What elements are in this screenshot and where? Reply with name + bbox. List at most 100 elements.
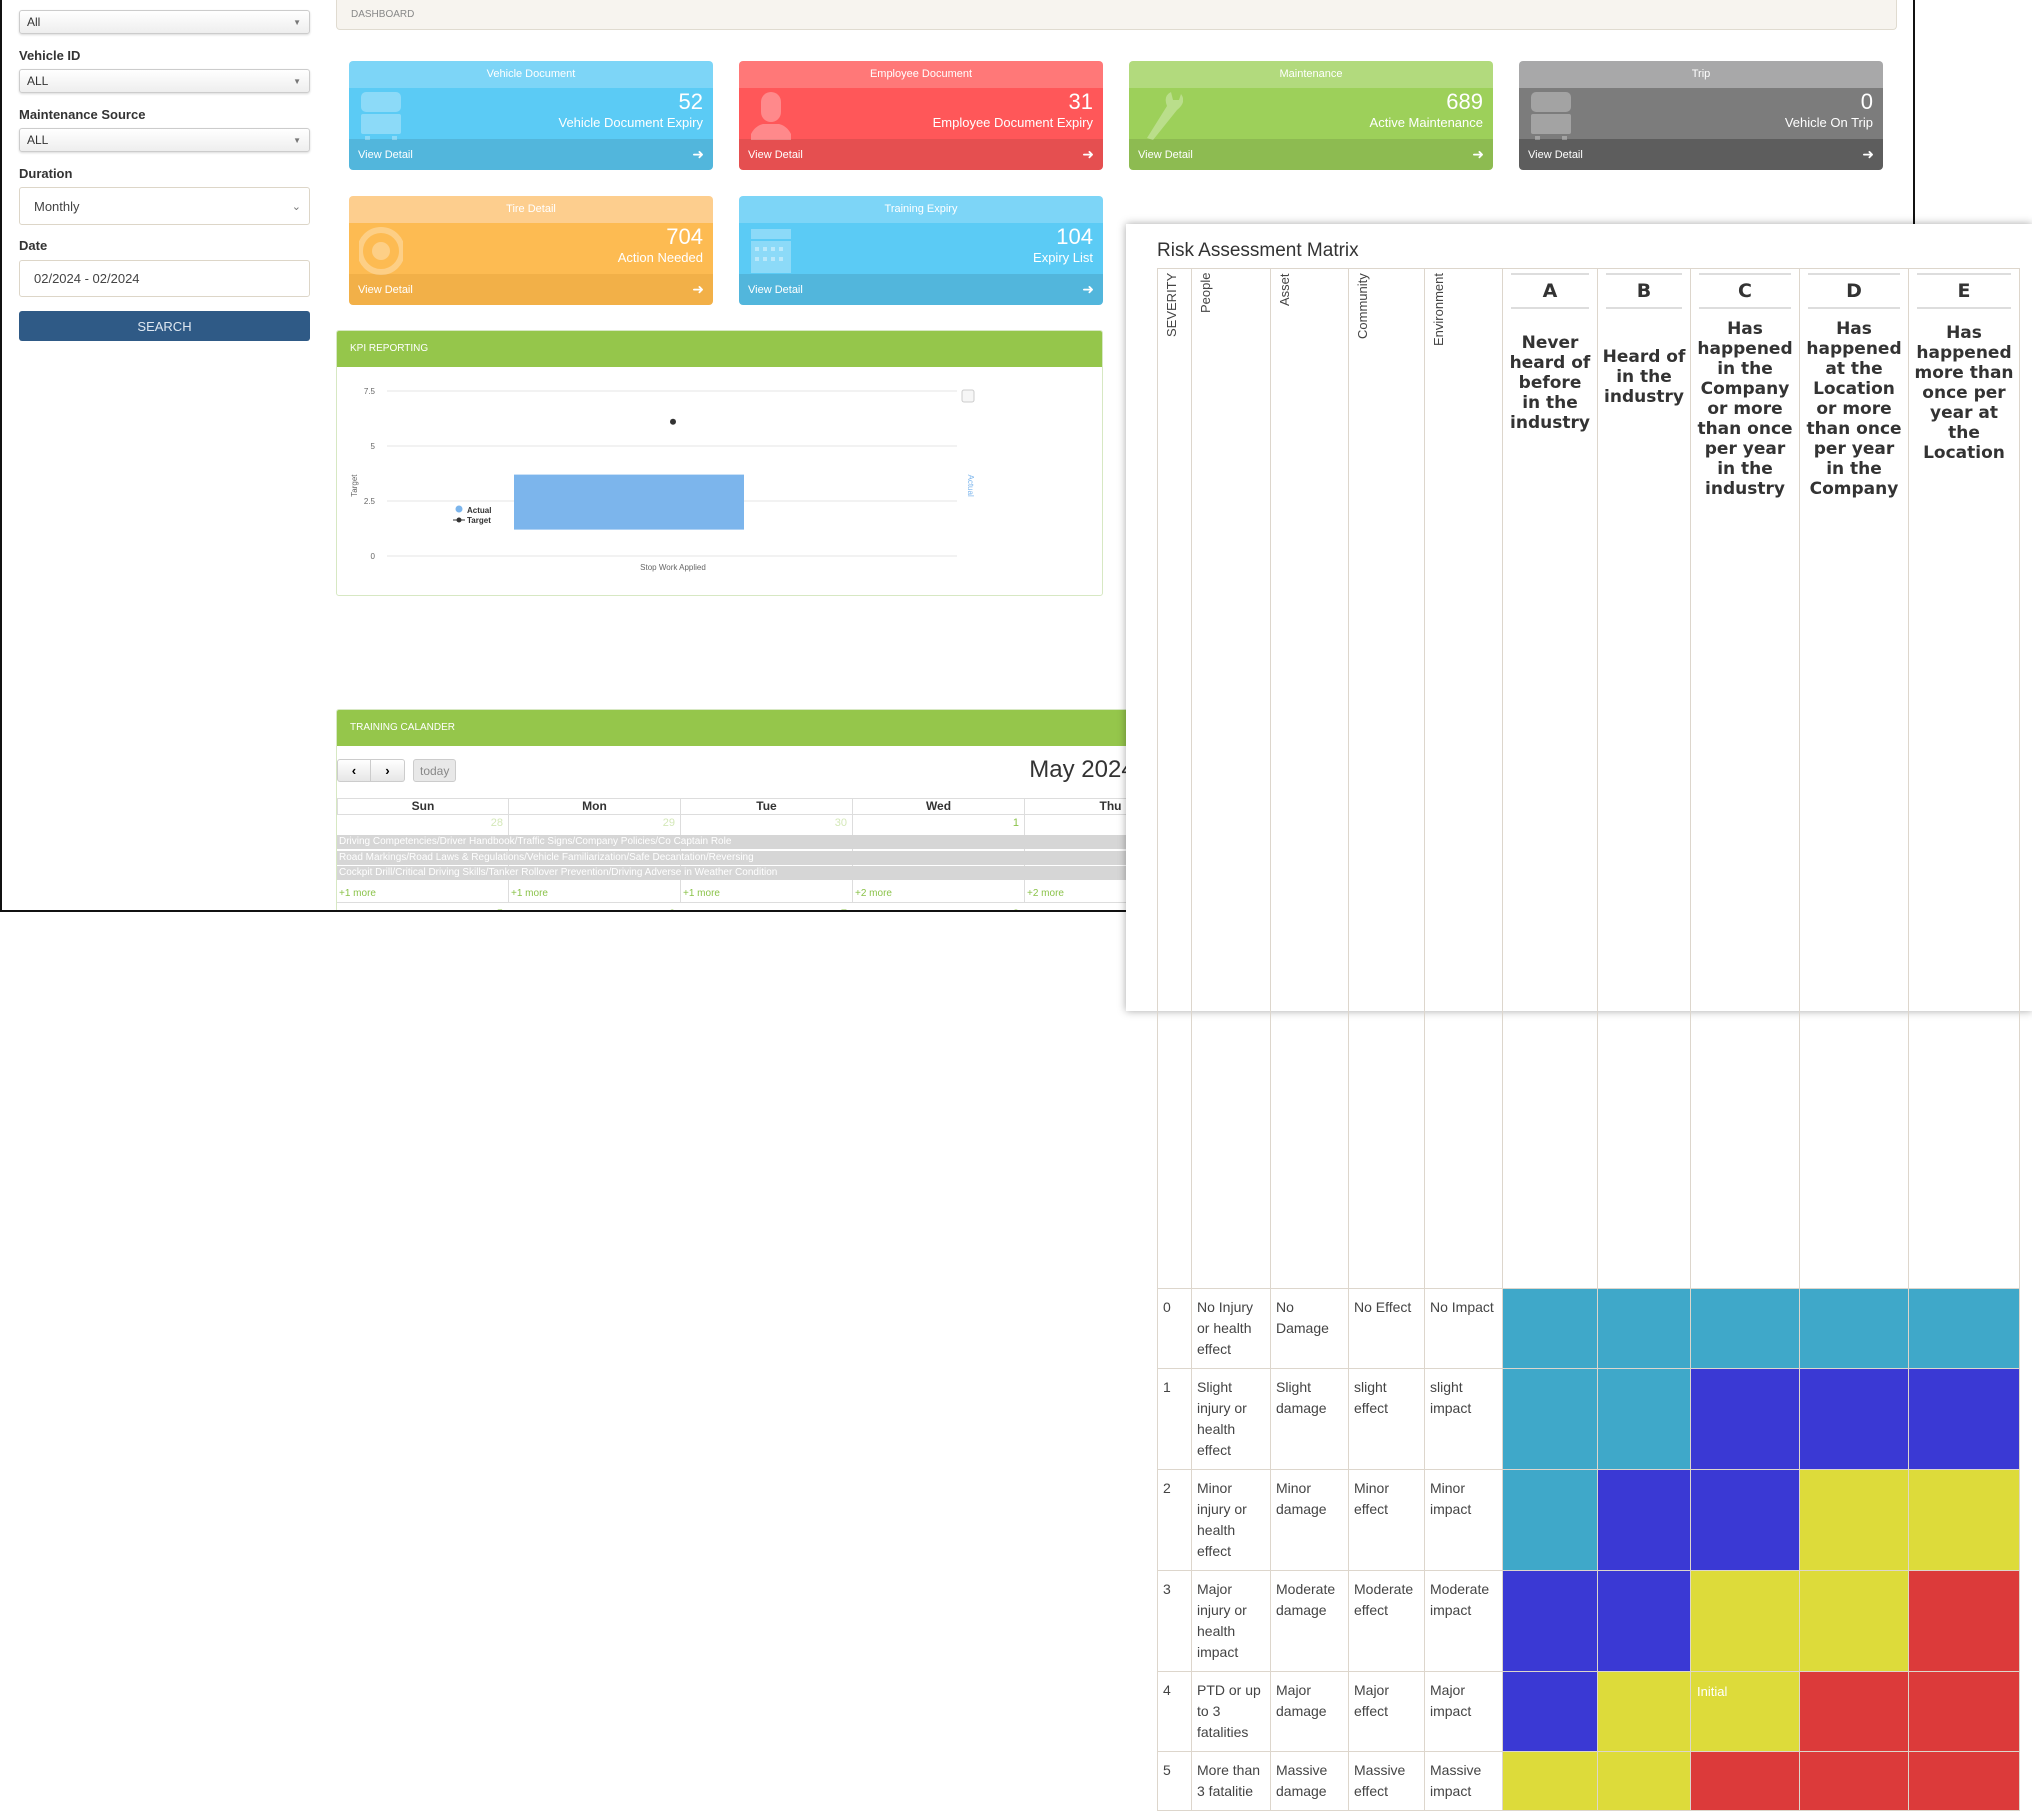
legend-actual-label[interactable]: Actual — [467, 506, 491, 515]
arrow-right-icon: ➜ — [692, 281, 704, 298]
risk-cell[interactable] — [1800, 1470, 1909, 1571]
risk-cell[interactable] — [1691, 1752, 1800, 1811]
risk-matrix-table: SEVERITYPeopleAssetCommunityEnvironmentA… — [1157, 268, 2020, 1811]
asset-cell: Minor damage — [1271, 1470, 1349, 1571]
card-title: Tire Detail — [349, 196, 713, 223]
risk-cell[interactable] — [1503, 1672, 1598, 1752]
more-events-link[interactable]: +2 more — [1027, 888, 1064, 899]
risk-cell[interactable] — [1909, 1289, 2020, 1369]
x-tick-label: Stop Work Applied — [640, 563, 706, 572]
day-number: 28 — [337, 817, 503, 829]
risk-cell[interactable]: Initial — [1691, 1672, 1800, 1752]
asset-cell: Major damage — [1271, 1672, 1349, 1752]
risk-cell[interactable] — [1503, 1470, 1598, 1571]
target-icon — [359, 225, 403, 275]
risk-cell[interactable] — [1800, 1369, 1909, 1470]
risk-cell[interactable] — [1691, 1571, 1800, 1672]
card-value: 52 — [679, 89, 703, 115]
likelihood-description: Has happened more than once per year at … — [1913, 319, 2015, 463]
risk-cell[interactable] — [1598, 1672, 1691, 1752]
risk-cell[interactable] — [1909, 1571, 2020, 1672]
legend-target-label[interactable]: Target — [467, 516, 491, 525]
severity-cell: 2 — [1158, 1470, 1192, 1571]
view-detail-link[interactable]: View Detail➜ — [1519, 139, 1883, 170]
vehicle-id-label: Vehicle ID — [19, 48, 80, 63]
risk-cell[interactable] — [1598, 1369, 1691, 1470]
card-body: 31Employee Document Expiry — [739, 88, 1103, 139]
severity-cell: 0 — [1158, 1289, 1192, 1369]
duration-select[interactable]: Monthly⌄ — [19, 187, 310, 225]
risk-cell[interactable] — [1503, 1752, 1598, 1811]
likelihood-letter: C — [1699, 273, 1791, 309]
actual-bar[interactable] — [514, 475, 744, 530]
view-detail-link[interactable]: View Detail➜ — [739, 274, 1103, 305]
day-number: 7 — [681, 908, 847, 912]
target-point[interactable] — [670, 419, 676, 425]
risk-cell[interactable] — [1800, 1571, 1909, 1672]
view-detail-link[interactable]: View Detail➜ — [349, 139, 713, 170]
community-cell: Moderate effect — [1349, 1571, 1425, 1672]
risk-cell[interactable] — [1598, 1571, 1691, 1672]
card-title: Trip — [1519, 61, 1883, 88]
card-title: Maintenance — [1129, 61, 1493, 88]
vehicle-id-select[interactable]: ALL▼ — [19, 69, 310, 93]
risk-cell[interactable] — [1691, 1289, 1800, 1369]
card-value: 704 — [666, 224, 703, 250]
view-detail-link[interactable]: View Detail➜ — [349, 274, 713, 305]
asset-cell: No Damage — [1271, 1289, 1349, 1369]
legend-actual-marker — [456, 506, 463, 513]
people-cell: More than 3 fatalitie — [1192, 1752, 1271, 1811]
risk-cell[interactable] — [1800, 1752, 1909, 1811]
column-header-severity: SEVERITY — [1158, 269, 1192, 1289]
likelihood-letter: D — [1808, 273, 1900, 309]
community-cell: Massive effect — [1349, 1752, 1425, 1811]
more-events-link[interactable]: +1 more — [511, 888, 548, 899]
people-cell: No Injury or health effect — [1192, 1289, 1271, 1369]
risk-assessment-matrix: Risk Assessment Matrix SEVERITYPeopleAss… — [1126, 224, 2032, 1011]
risk-cell[interactable] — [1800, 1672, 1909, 1752]
date-range-input[interactable]: 02/2024 - 02/2024 — [19, 260, 310, 297]
more-events-link[interactable]: +2 more — [855, 888, 892, 899]
chart-menu-button[interactable] — [962, 390, 974, 402]
risk-cell[interactable] — [1503, 1369, 1598, 1470]
risk-cell[interactable] — [1691, 1369, 1800, 1470]
risk-cell[interactable] — [1691, 1470, 1800, 1571]
card-value: 689 — [1446, 89, 1483, 115]
arrow-right-icon: ➜ — [1082, 281, 1094, 298]
risk-cell[interactable] — [1598, 1752, 1691, 1811]
view-detail-link[interactable]: View Detail➜ — [739, 139, 1103, 170]
risk-cell[interactable] — [1909, 1672, 2020, 1752]
column-header-environment: Environment — [1425, 269, 1503, 1289]
card-training-expiry: Training Expiry104Expiry ListView Detail… — [739, 196, 1103, 305]
breadcrumb: DASHBOARD — [336, 0, 1897, 30]
risk-cell[interactable] — [1503, 1571, 1598, 1672]
more-events-link[interactable]: +1 more — [683, 888, 720, 899]
risk-cell[interactable] — [1598, 1470, 1691, 1571]
severity-row-3: 3Major injury or health impactModerate d… — [1158, 1571, 2020, 1672]
risk-cell[interactable] — [1800, 1289, 1909, 1369]
column-header-people: People — [1192, 269, 1271, 1289]
view-detail-link[interactable]: View Detail➜ — [1129, 139, 1493, 170]
top-filter-select[interactable]: All▼ — [19, 10, 310, 34]
more-events-link[interactable]: +1 more — [339, 888, 376, 899]
severity-row-0: 0No Injury or health effectNo DamageNo E… — [1158, 1289, 2020, 1369]
risk-cell[interactable] — [1503, 1289, 1598, 1369]
environment-cell: Moderate impact — [1425, 1571, 1503, 1672]
column-header-label: Asset — [1271, 269, 1298, 1288]
environment-cell: Major impact — [1425, 1672, 1503, 1752]
maintenance-source-label: Maintenance Source — [19, 107, 145, 122]
people-cell: Major injury or health impact — [1192, 1571, 1271, 1672]
day-header-tue: Tue — [681, 798, 853, 815]
asset-cell: Massive damage — [1271, 1752, 1349, 1811]
risk-cell[interactable] — [1909, 1470, 2020, 1571]
risk-cell[interactable] — [1598, 1289, 1691, 1369]
kpi-panel: KPI REPORTING 02.557.5TargetActualStop W… — [336, 330, 1103, 596]
likelihood-description: Heard of in the industry — [1602, 319, 1686, 407]
card-value: 104 — [1056, 224, 1093, 250]
search-button[interactable]: SEARCH — [19, 311, 310, 341]
risk-cell[interactable] — [1909, 1369, 2020, 1470]
risk-cell[interactable] — [1909, 1752, 2020, 1811]
asset-cell: Moderate damage — [1271, 1571, 1349, 1672]
maintenance-source-select[interactable]: ALL▼ — [19, 128, 310, 152]
likelihood-letter: E — [1917, 273, 2011, 309]
